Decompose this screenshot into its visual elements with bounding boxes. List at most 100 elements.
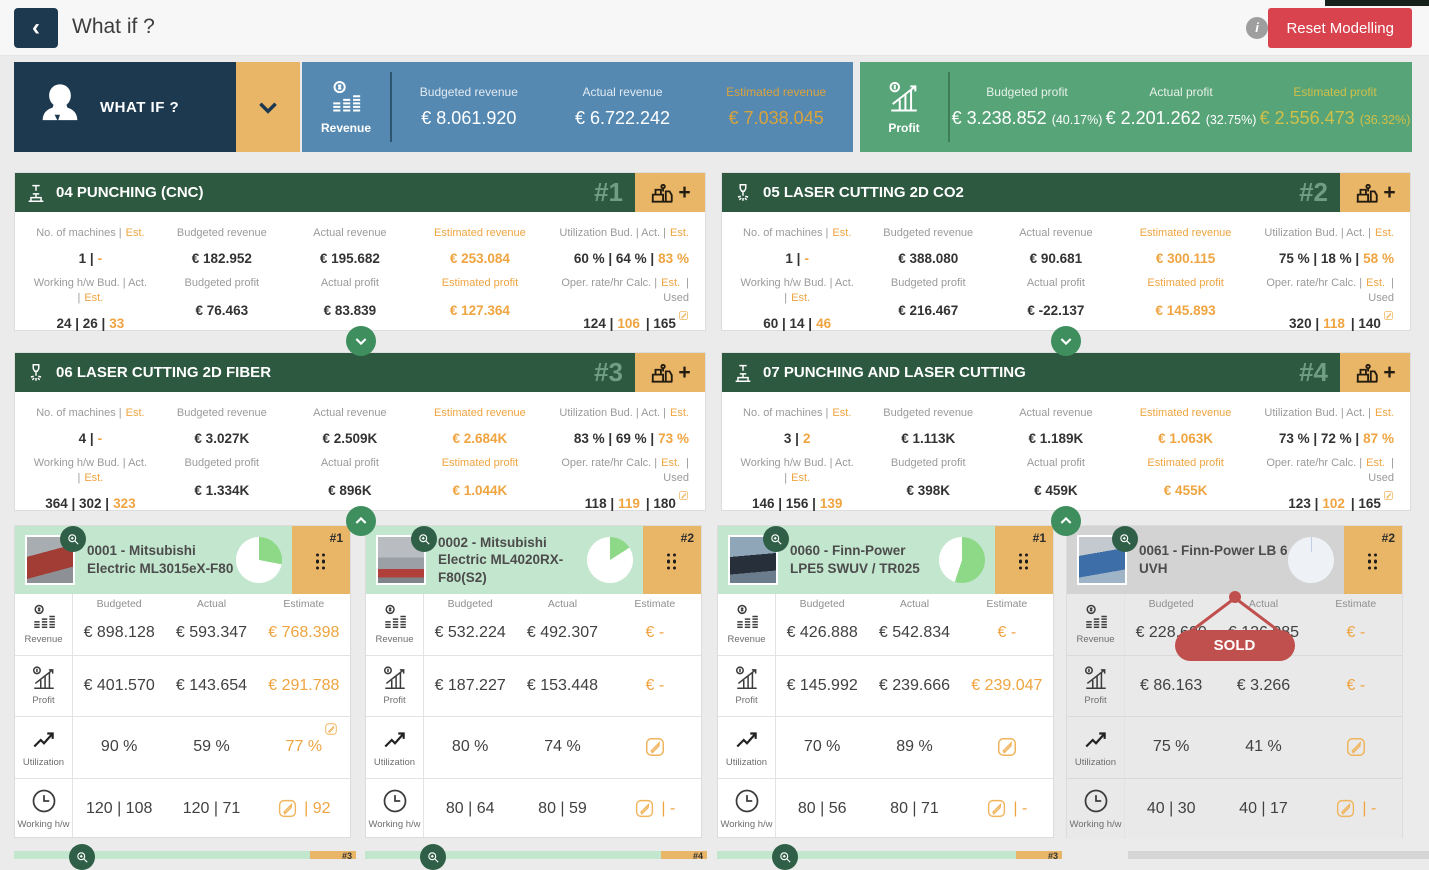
profit-chart-icon: Profit	[366, 656, 424, 717]
what-if-label: WHAT IF ?	[100, 99, 179, 116]
working-hours-clock-icon: Working h/w	[1067, 779, 1125, 840]
machine-header: 0060 - Finn-Power LPE5 SWUV / TR025 #1	[718, 526, 1053, 594]
machine-rank: #1	[1033, 531, 1046, 545]
edit-icon[interactable]	[644, 736, 666, 758]
utilization-pie-chart	[236, 537, 282, 583]
add-machine-button[interactable]: +	[635, 353, 705, 392]
group-collapse-chevron-up[interactable]	[1051, 506, 1081, 536]
utilization-trend-icon: Utilization	[718, 717, 776, 778]
plus-icon: +	[678, 182, 690, 203]
info-icon[interactable]: i	[1246, 17, 1268, 39]
actual-profit: Actual profit€ 83.839	[286, 266, 414, 331]
edit-icon[interactable]	[678, 309, 689, 324]
next-machine-card-peek[interactable]: #4	[365, 851, 707, 859]
no-of-machines: No. of machines |Est. 1 |-	[23, 214, 158, 266]
add-machine-button[interactable]: +	[635, 173, 705, 212]
machine-rank: #2	[1382, 531, 1395, 545]
back-button[interactable]: ‹	[14, 8, 58, 48]
group-collapse-chevron-up[interactable]	[346, 506, 376, 536]
utilization: Utilization Bud. | Act. |Est. 60 % | 64 …	[542, 214, 697, 266]
kebab-menu-icon[interactable]	[1019, 554, 1029, 570]
edit-icon[interactable]	[277, 798, 298, 819]
utilization-pie-chart	[587, 537, 633, 583]
machine-card-0001: 0001 - Mitsubishi Electric ML3015eX-F80 …	[14, 525, 351, 838]
col-header: Actual	[516, 598, 608, 611]
machine-name: 0060 - Finn-Power LPE5 SWUV / TR025	[790, 542, 939, 577]
edit-icon[interactable]	[1335, 798, 1356, 819]
zoom-in-icon[interactable]	[763, 526, 789, 552]
estimated-revenue: Estimated revenue€ 300.115	[1120, 214, 1248, 266]
col-header: Estimate	[258, 598, 350, 611]
group-title: 05 LASER CUTTING 2D CO2	[763, 184, 1299, 201]
budgeted-revenue: Budgeted revenue € 8.061.920	[392, 62, 546, 152]
group-rank: #4	[1299, 357, 1328, 388]
group-expand-chevron-down[interactable]	[346, 326, 376, 356]
zoom-in-icon[interactable]	[411, 526, 437, 552]
zoom-in-icon[interactable]	[60, 526, 86, 552]
chevron-down-icon	[255, 94, 281, 120]
next-machine-card-peek[interactable]: #3	[717, 851, 1062, 859]
plus-icon: +	[1383, 362, 1395, 383]
machine-name: 0001 - Mitsubishi Electric ML3015eX-F80	[87, 542, 236, 577]
kebab-menu-icon[interactable]	[1368, 554, 1378, 570]
group-title: 04 PUNCHING (CNC)	[56, 184, 594, 201]
machine-rank: #4	[661, 851, 707, 859]
plus-icon: +	[1383, 182, 1395, 203]
group-expand-chevron-down[interactable]	[1051, 326, 1081, 356]
profit-chart-icon: Profit	[718, 656, 776, 717]
kebab-menu-icon[interactable]	[316, 554, 326, 570]
what-if-dropdown-button[interactable]	[236, 62, 300, 152]
machine-side-strip[interactable]: #1	[292, 526, 350, 594]
machine-header: 0002 - Mitsubishi Electric ML4020RX-F80(…	[366, 526, 701, 594]
window-artifact	[1325, 0, 1429, 6]
machine-rank: #3	[1016, 851, 1062, 859]
edit-icon[interactable]	[1383, 309, 1394, 324]
profit-chart-icon: Profit	[1067, 656, 1125, 717]
kebab-menu-icon[interactable]	[667, 554, 677, 570]
profit-chart-icon: Profit	[15, 656, 73, 717]
edit-icon[interactable]	[1383, 489, 1394, 504]
add-machine-button[interactable]: +	[1340, 353, 1410, 392]
revenue-summary-panel: Revenue Budgeted revenue € 8.061.920 Act…	[302, 62, 853, 152]
col-header: Budgeted	[73, 598, 165, 611]
working-hw: Working h/w Bud. | Act. |Est. 24 | 26 |3…	[23, 266, 158, 331]
edit-icon[interactable]	[634, 798, 655, 819]
edit-icon[interactable]	[986, 798, 1007, 819]
laser-cutting-icon	[25, 362, 47, 384]
group-header: 07 PUNCHING AND LASER CUTTING #4 +	[722, 353, 1410, 392]
col-header: Actual	[868, 598, 960, 611]
machine-photo[interactable]	[728, 535, 778, 585]
budgeted-profit: Budgeted profit€ 1.334K	[158, 446, 286, 511]
zoom-in-icon	[420, 844, 446, 870]
machine-photo[interactable]	[376, 535, 426, 585]
estimated-profit: Estimated profit€ 145.893	[1120, 266, 1248, 331]
edit-icon[interactable]	[324, 722, 338, 736]
zoom-in-icon[interactable]	[1112, 526, 1138, 552]
machine-name: 0002 - Mitsubishi Electric ML4020RX-F80(…	[438, 534, 587, 587]
edit-icon[interactable]	[996, 736, 1018, 758]
utilization-pie-chart	[939, 537, 985, 583]
machine-side-strip[interactable]: #2	[643, 526, 701, 594]
edit-icon[interactable]	[1345, 736, 1367, 758]
budgeted-revenue: Budgeted revenue€ 182.952	[158, 214, 286, 266]
next-machine-card-peek[interactable]: #3	[14, 851, 356, 859]
no-of-machines: No. of machines |Est. 1 |-	[730, 214, 864, 266]
utilization: Utilization Bud. | Act. |Est. 83 % | 69 …	[542, 394, 697, 446]
machine-name: 0061 - Finn-Power LB 6 UVH	[1139, 542, 1288, 577]
punching-machine-icon	[732, 362, 754, 384]
machine-card-0061-sold: 0061 - Finn-Power LB 6 UVH #2 Revenue Bu…	[1066, 525, 1403, 838]
machine-photo[interactable]	[25, 535, 75, 585]
reset-modelling-button[interactable]: Reset Modelling	[1268, 8, 1412, 48]
col-header: Actual	[1217, 598, 1309, 611]
revenue-panel-label: Revenue	[321, 121, 371, 135]
group-card-07-punch-laser: 07 PUNCHING AND LASER CUTTING #4 + No. o…	[721, 352, 1411, 511]
machine-side-strip[interactable]: #2	[1344, 526, 1402, 594]
edit-icon[interactable]	[678, 489, 689, 504]
machine-side-strip[interactable]: #1	[995, 526, 1053, 594]
machine-rank: #2	[681, 531, 694, 545]
utilization: Utilization Bud. | Act. |Est. 73 % | 72 …	[1247, 394, 1402, 446]
add-machine-button[interactable]: +	[1340, 173, 1410, 212]
machine-photo[interactable]	[1077, 535, 1127, 585]
col-header: Budgeted	[1125, 598, 1217, 611]
thinking-person-icon	[34, 79, 86, 136]
